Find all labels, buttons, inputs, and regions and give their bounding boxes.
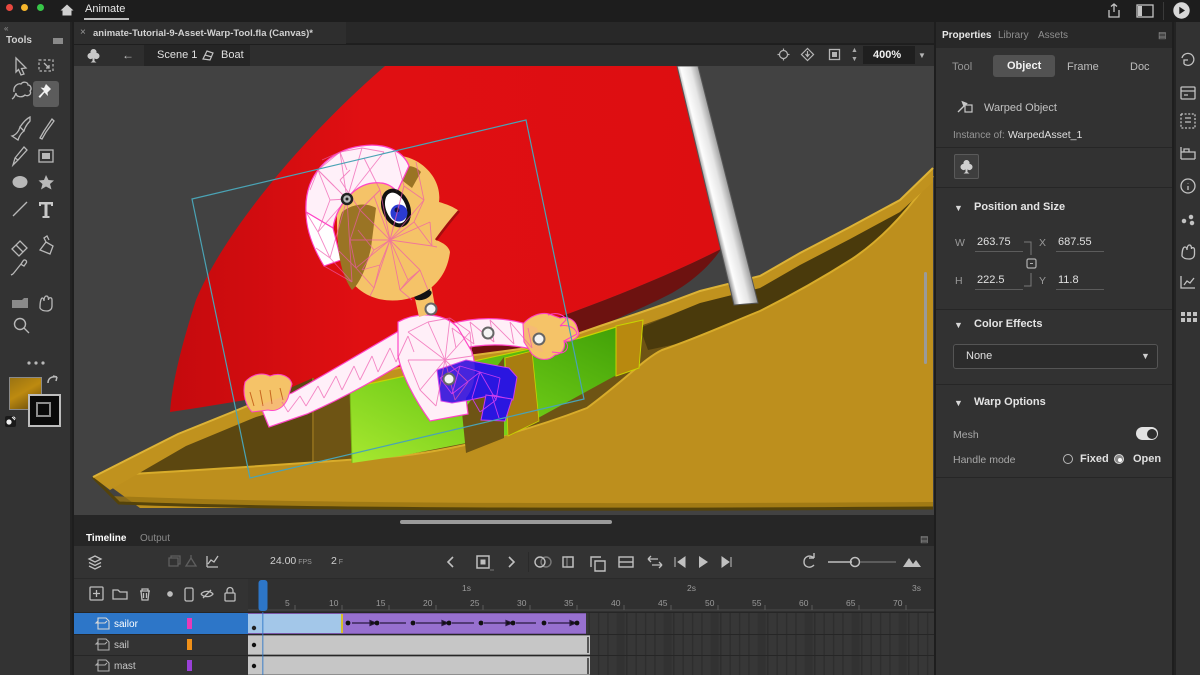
- svg-text:1s: 1s: [462, 583, 471, 593]
- svg-text:55: 55: [752, 598, 762, 608]
- svg-text:3s: 3s: [912, 583, 921, 593]
- svg-text:40: 40: [611, 598, 621, 608]
- svg-text:30: 30: [517, 598, 527, 608]
- svg-text:20: 20: [423, 598, 433, 608]
- svg-text:35: 35: [564, 598, 574, 608]
- svg-text:10: 10: [329, 598, 339, 608]
- svg-text:2s: 2s: [687, 583, 696, 593]
- svg-text:70: 70: [893, 598, 903, 608]
- svg-text:sailor: sailor: [114, 619, 139, 630]
- svg-text:45: 45: [658, 598, 668, 608]
- svg-text:15: 15: [376, 598, 386, 608]
- svg-text:50: 50: [705, 598, 715, 608]
- svg-text:25: 25: [470, 598, 480, 608]
- svg-text:5: 5: [285, 598, 290, 608]
- svg-text:60: 60: [799, 598, 809, 608]
- svg-text:sail: sail: [114, 640, 129, 651]
- svg-text:mast: mast: [114, 661, 136, 672]
- svg-text:65: 65: [846, 598, 856, 608]
